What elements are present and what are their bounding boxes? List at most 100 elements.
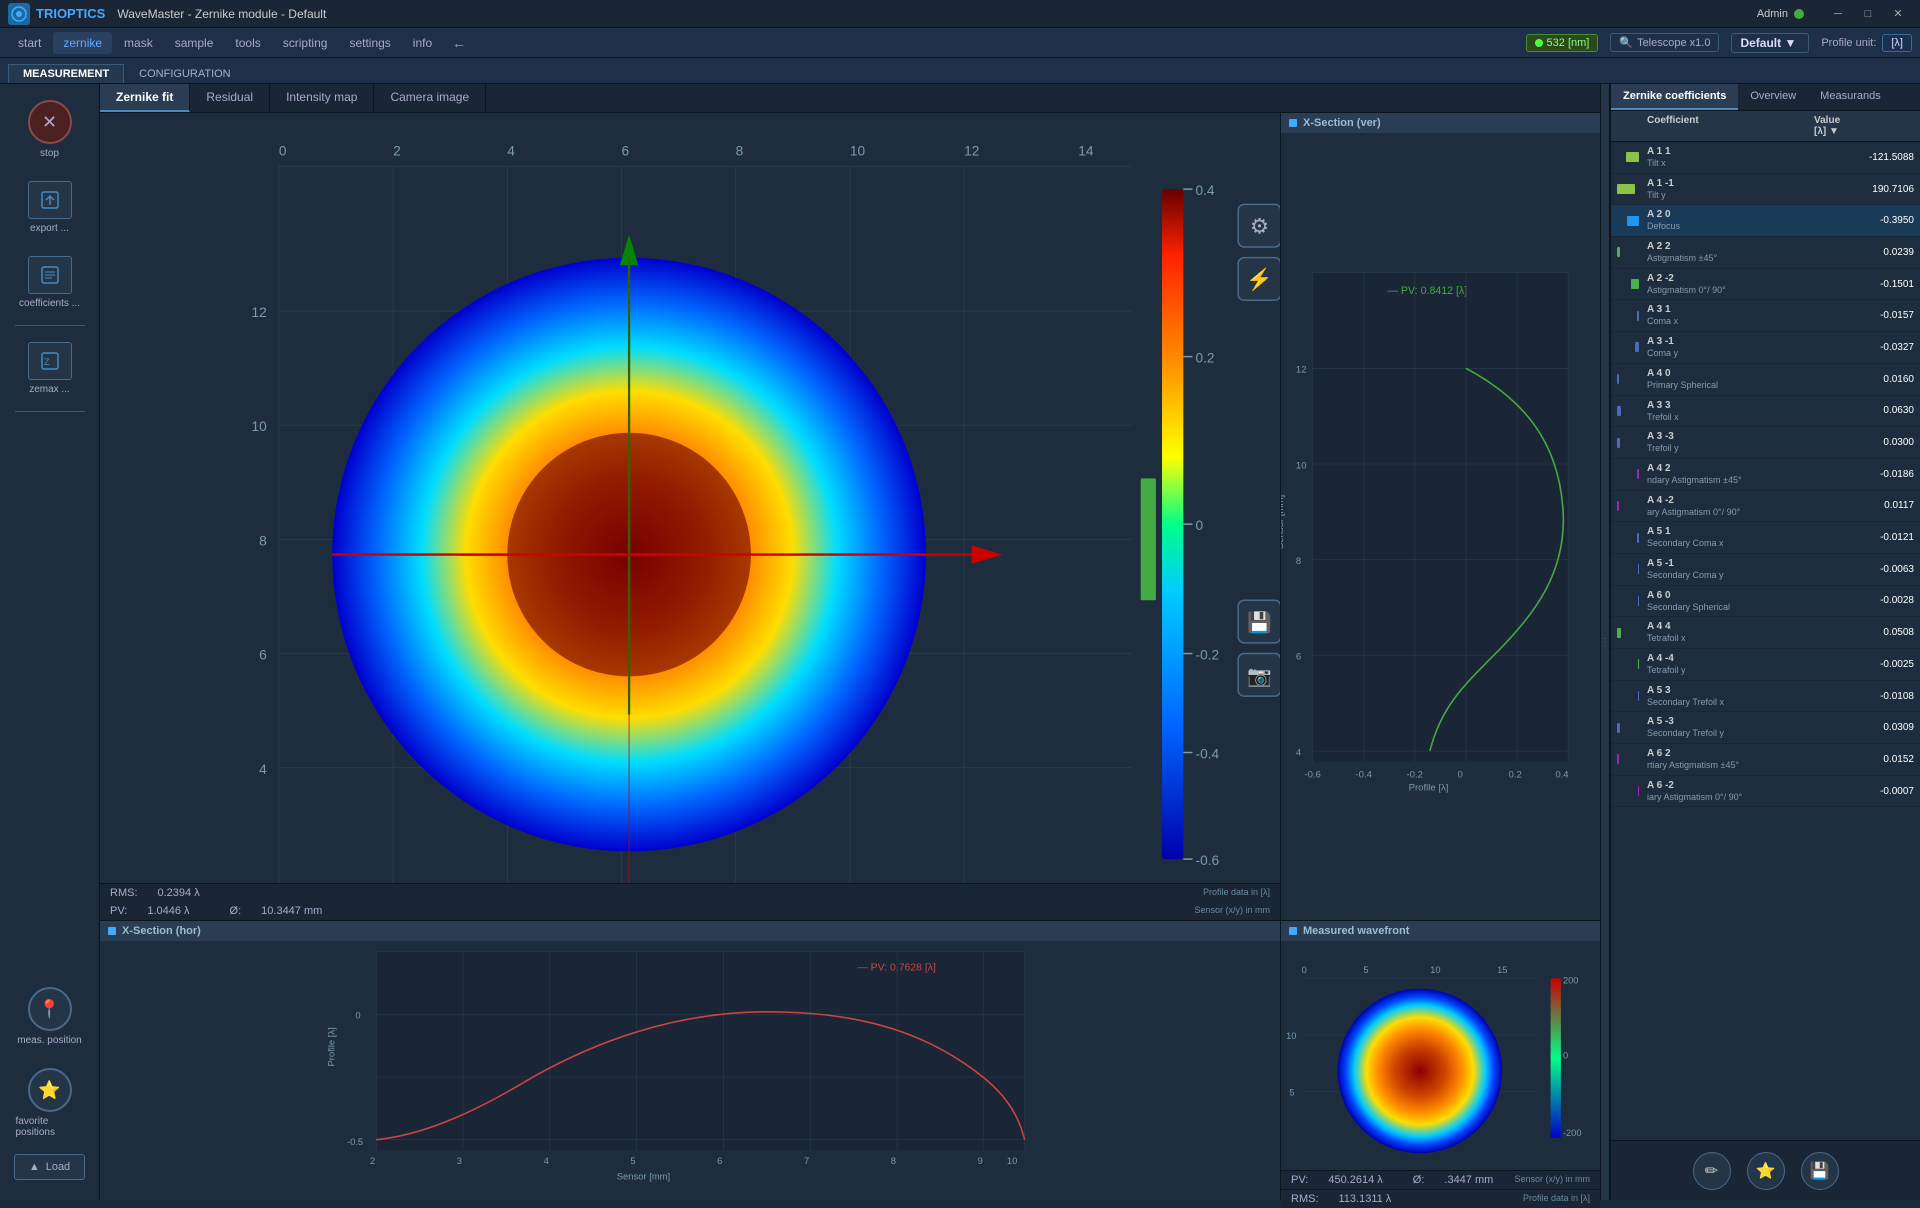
coeff-row-A-6-0[interactable]: A 6 0 Secondary Spherical -0.0028 <box>1611 586 1920 618</box>
bottom-panels: X-Section (hor) — PV: 0.7628 [λ] <box>100 920 1600 1200</box>
coeff-name: A 2 2 Astigmatism ±45° <box>1647 240 1814 265</box>
svg-text:4: 4 <box>544 1155 549 1166</box>
coeff-value: 0.0309 <box>1814 722 1914 733</box>
tab-measurands[interactable]: Measurands <box>1808 84 1893 110</box>
xsection-hor-title: X-Section (hor) <box>122 925 201 937</box>
coeff-name: A 3 -3 Trefoil y <box>1647 430 1814 455</box>
coeff-row-A-1--1[interactable]: A 1 -1 Tilt y 190.7106 <box>1611 174 1920 206</box>
col-value-header[interactable]: Value[λ] ▼ <box>1814 115 1914 137</box>
svg-text:4: 4 <box>507 144 515 159</box>
stop-button[interactable]: ✕ stop <box>10 94 90 165</box>
star-tool-button[interactable]: ⭐ <box>1747 1152 1785 1190</box>
menu-tools[interactable]: tools <box>225 32 270 54</box>
coeff-row-A-4--4[interactable]: A 4 -4 Tetrafoil y -0.0025 <box>1611 649 1920 681</box>
export-button[interactable]: export ... <box>10 175 90 240</box>
coeff-name: A 6 0 Secondary Spherical <box>1647 589 1814 614</box>
menu-sample[interactable]: sample <box>165 32 224 54</box>
coeff-name: A 1 -1 Tilt y <box>1647 177 1814 202</box>
menu-zernike[interactable]: zernike <box>53 32 112 54</box>
xsection-ver-chart: — PV: 0.8412 [λ] 12 10 8 6 4 <box>1281 133 1600 912</box>
col-coefficient-header: Coefficient <box>1647 115 1814 137</box>
collapse-handle[interactable]: ⋮ <box>1600 84 1610 1200</box>
coeff-row-A-4--2[interactable]: A 4 -2 ary Astigmatism 0°/ 90° 0.0117 <box>1611 491 1920 523</box>
wf-rms-label: RMS: <box>1291 1193 1319 1205</box>
coeff-row-A-5--3[interactable]: A 5 -3 Secondary Trefoil y 0.0309 <box>1611 712 1920 744</box>
tab-camera-image[interactable]: Camera image <box>374 84 486 112</box>
coeff-bar <box>1637 311 1639 321</box>
coeff-row-A-5-3[interactable]: A 5 3 Secondary Trefoil x -0.0108 <box>1611 681 1920 713</box>
coeff-row-A-3-3[interactable]: A 3 3 Trefoil x 0.0630 <box>1611 396 1920 428</box>
svg-text:— PV: 0.8412 [λ]: — PV: 0.8412 [λ] <box>1387 285 1467 297</box>
menu-settings[interactable]: settings <box>339 32 400 54</box>
menu-mask[interactable]: mask <box>114 32 163 54</box>
save-tool-button[interactable]: 💾 <box>1801 1152 1839 1190</box>
default-dropdown[interactable]: Default ▼ <box>1731 33 1809 53</box>
svg-text:15: 15 <box>1497 965 1507 975</box>
coeff-row-A-3-1[interactable]: A 3 1 Coma x -0.0157 <box>1611 300 1920 332</box>
svg-text:4: 4 <box>259 762 267 777</box>
menu-info[interactable]: info <box>403 32 442 54</box>
edit-tool-button[interactable]: ✏ <box>1693 1152 1731 1190</box>
coeff-value: 0.0152 <box>1814 754 1914 765</box>
coeff-bar <box>1637 469 1639 479</box>
coeff-row-A-3--3[interactable]: A 3 -3 Trefoil y 0.0300 <box>1611 427 1920 459</box>
tab-zernike-fit[interactable]: Zernike fit <box>100 84 190 112</box>
coeff-value: 190.7106 <box>1814 184 1914 195</box>
measured-wavefront-chart: 0 5 10 15 10 5 200 0 <box>1281 941 1600 1170</box>
coeff-name: A 5 1 Secondary Coma x <box>1647 525 1814 550</box>
subtab-configuration[interactable]: CONFIGURATION <box>124 64 245 83</box>
coeff-bar <box>1627 216 1639 226</box>
coeff-row-A-4-4[interactable]: A 4 4 Tetrafoil x 0.0508 <box>1611 617 1920 649</box>
coeff-row-A-3--1[interactable]: A 3 -1 Coma y -0.0327 <box>1611 332 1920 364</box>
coeff-row-A-6-2[interactable]: A 6 2 rtiary Astigmatism ±45° 0.0152 <box>1611 744 1920 776</box>
svg-text:-0.2: -0.2 <box>1196 648 1220 663</box>
window-controls: ─ □ ✕ <box>1824 4 1912 24</box>
zemax-label: zemax ... <box>29 384 70 395</box>
zemax-button[interactable]: Z zemax ... <box>10 336 90 401</box>
coefficients-button[interactable]: coefficients ... <box>10 250 90 315</box>
coeff-value: -0.0327 <box>1814 342 1914 353</box>
svg-text:4: 4 <box>1296 747 1302 758</box>
scope-label: Telescope x1.0 <box>1637 37 1710 49</box>
maximize-button[interactable]: □ <box>1854 4 1882 24</box>
tab-overview[interactable]: Overview <box>1738 84 1808 110</box>
coeff-bar <box>1617 628 1621 638</box>
close-button[interactable]: ✕ <box>1884 4 1912 24</box>
xsection-hor-chart: — PV: 0.7628 [λ] <box>100 941 1280 1192</box>
coeff-name: A 4 -2 ary Astigmatism 0°/ 90° <box>1647 494 1814 519</box>
xsection-hor-header: X-Section (hor) <box>100 921 1280 941</box>
back-button[interactable]: ← <box>452 35 466 51</box>
coeff-row-A-6--2[interactable]: A 6 -2 iary Astigmatism 0°/ 90° -0.0007 <box>1611 776 1920 808</box>
center-panels: Zernike fit Residual Intensity map Camer… <box>100 84 1600 1200</box>
scope-button[interactable]: 🔍 Telescope x1.0 <box>1610 33 1719 52</box>
laser-button[interactable]: 532 [nm] <box>1526 34 1599 52</box>
coeff-row-A-4-2[interactable]: A 4 2 ndary Astigmatism ±45° -0.0186 <box>1611 459 1920 491</box>
tab-intensity-map[interactable]: Intensity map <box>270 84 374 112</box>
coeff-bar-cell <box>1617 404 1639 418</box>
coeff-row-A-2--2[interactable]: A 2 -2 Astigmatism 0°/ 90° -0.1501 <box>1611 269 1920 301</box>
favorite-positions-button[interactable]: ⭐ favorite positions <box>10 1062 90 1144</box>
measured-wavefront-title: Measured wavefront <box>1303 925 1409 937</box>
coefficients-tabs: Zernike coefficients Overview Measurands <box>1611 84 1920 111</box>
subtab-measurement[interactable]: MEASUREMENT <box>8 64 124 83</box>
tab-zernike-coefficients[interactable]: Zernike coefficients <box>1611 84 1738 110</box>
coeff-row-A-4-0[interactable]: A 4 0 Primary Spherical 0.0160 <box>1611 364 1920 396</box>
load-button[interactable]: ▲ Load <box>14 1154 85 1180</box>
coeff-bar <box>1617 754 1619 764</box>
diameter-value: 10.3447 mm <box>261 905 322 917</box>
tab-residual[interactable]: Residual <box>190 84 270 112</box>
menu-start[interactable]: start <box>8 32 51 54</box>
sidebar-bottom: 📍 meas. position ⭐ favorite positions ▲ … <box>10 981 90 1190</box>
coeff-row-A-5--1[interactable]: A 5 -1 Secondary Coma y -0.0063 <box>1611 554 1920 586</box>
coeff-row-A-5-1[interactable]: A 5 1 Secondary Coma x -0.0121 <box>1611 522 1920 554</box>
meas-position-button[interactable]: 📍 meas. position <box>10 981 90 1052</box>
coeff-row-A-1-1[interactable]: A 1 1 Tilt x -121.5088 <box>1611 142 1920 174</box>
minimize-button[interactable]: ─ <box>1824 4 1852 24</box>
coeff-row-A-2-0[interactable]: A 2 0 Defocus -0.3950 <box>1611 205 1920 237</box>
profile-unit-value[interactable]: [λ] <box>1882 34 1912 52</box>
coefficients-tools: ✏ ⭐ 💾 <box>1611 1140 1920 1200</box>
coeff-row-A-2-2[interactable]: A 2 2 Astigmatism ±45° 0.0239 <box>1611 237 1920 269</box>
scope-icon: 🔍 <box>1619 36 1633 49</box>
menu-scripting[interactable]: scripting <box>273 32 338 54</box>
svg-text:12: 12 <box>1296 365 1307 376</box>
